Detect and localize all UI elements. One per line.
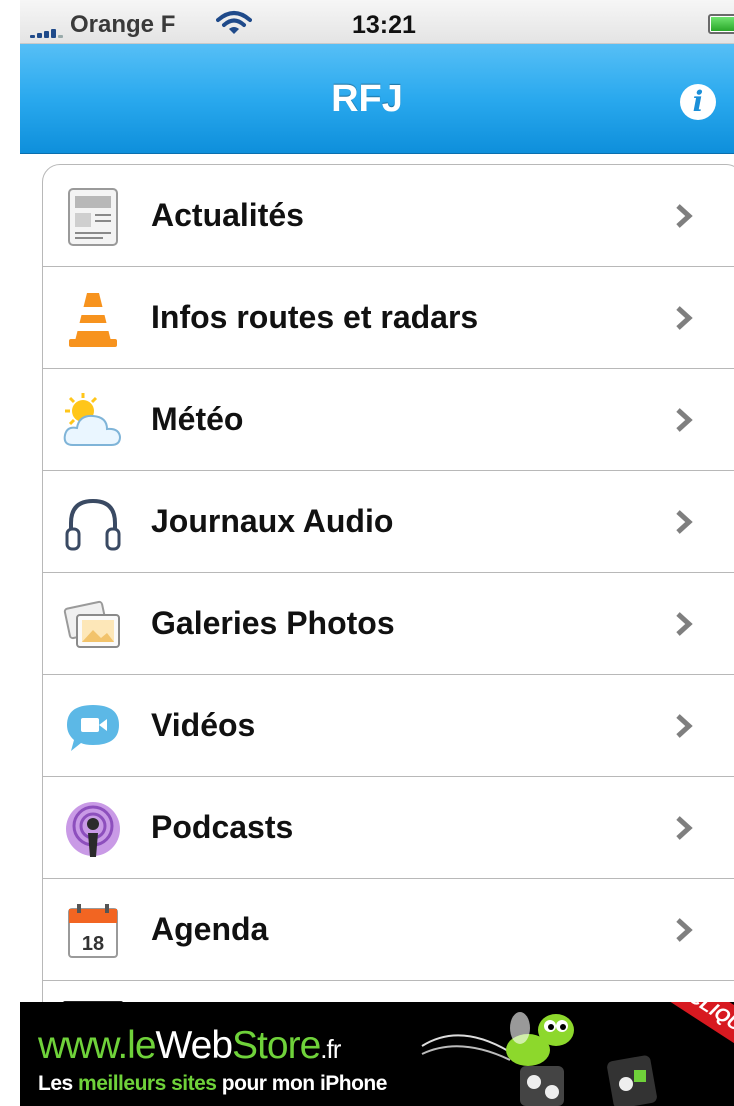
- carrier-name: Orange F: [70, 11, 176, 38]
- ad-mascot-illustration: [421, 1012, 657, 1106]
- ad-tagline: Les meilleurs sites pour mon iPhone: [38, 1072, 387, 1095]
- chevron-right-icon: [676, 204, 693, 228]
- menu-item-actualites[interactable]: Actualités: [43, 165, 734, 267]
- calendar-day-number: 18: [82, 933, 104, 955]
- chevron-right-icon: [676, 918, 693, 942]
- main-menu-list: Actualités Infos routes et radars Météo …: [42, 164, 734, 1064]
- navigation-bar: RFJ i: [20, 44, 734, 154]
- traffic-cone-icon: [69, 293, 117, 347]
- menu-item-label: Météo: [151, 401, 244, 437]
- photos-icon: [63, 600, 120, 648]
- menu-item-meteo[interactable]: Météo: [43, 369, 734, 471]
- ad-site-name: www.leWebStore.fr: [38, 1024, 341, 1067]
- weather-icon: [63, 393, 122, 446]
- chevron-right-icon: [676, 510, 693, 534]
- menu-item-label: Vidéos: [151, 707, 256, 743]
- menu-item-journaux-audio[interactable]: Journaux Audio: [43, 471, 734, 573]
- podcast-icon: [66, 802, 120, 857]
- menu-item-infos-routes[interactable]: Infos routes et radars: [43, 267, 734, 369]
- page-title: RFJ: [331, 78, 403, 120]
- status-bar: Orange F 13:21: [20, 0, 734, 44]
- menu-item-galeries-photos[interactable]: Galeries Photos: [43, 573, 734, 675]
- app-screen: Orange F 13:21 RFJ i Actualités Infos ro…: [20, 0, 734, 1106]
- info-icon[interactable]: i: [680, 84, 716, 120]
- calendar-icon: 18: [68, 904, 118, 958]
- menu-item-agenda[interactable]: 18 Agenda: [43, 879, 734, 981]
- menu-item-label: Infos routes et radars: [151, 299, 479, 335]
- menu-item-label: Galeries Photos: [151, 605, 395, 641]
- chevron-right-icon: [676, 714, 693, 738]
- chevron-right-icon: [676, 612, 693, 636]
- chevron-right-icon: [676, 306, 693, 330]
- chevron-right-icon: [676, 816, 693, 840]
- menu-item-label: Agenda: [151, 911, 269, 947]
- status-time: 13:21: [352, 11, 416, 39]
- wifi-icon: [216, 11, 252, 34]
- video-bubble-icon: [67, 705, 119, 751]
- menu-item-label: Journaux Audio: [151, 503, 394, 539]
- ad-banner[interactable]: www.leWebStore.fr Les meilleurs sites po…: [20, 1002, 734, 1106]
- menu-item-videos[interactable]: Vidéos: [43, 675, 734, 777]
- battery-icon: [708, 14, 734, 34]
- newspaper-icon: [68, 188, 118, 246]
- menu-item-label: Podcasts: [151, 809, 294, 845]
- headphones-icon: [65, 498, 121, 551]
- menu-item-podcasts[interactable]: Podcasts: [43, 777, 734, 879]
- chevron-right-icon: [676, 408, 693, 432]
- ad-ribbon: CLIQUE: [647, 1002, 734, 1096]
- menu-item-label: Actualités: [151, 197, 304, 233]
